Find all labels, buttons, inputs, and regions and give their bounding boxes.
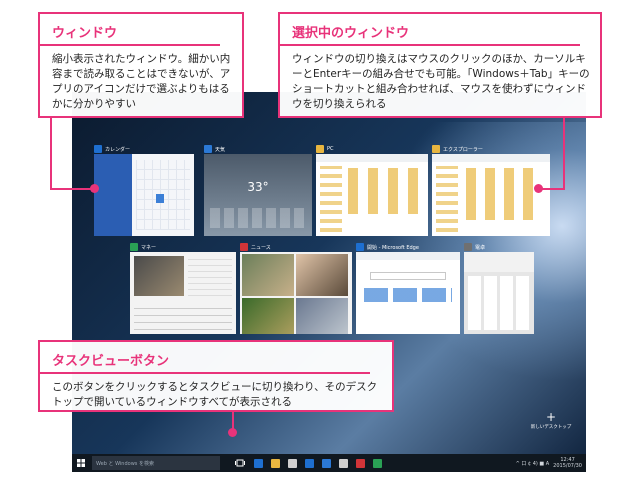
taskbar-app-store[interactable] xyxy=(288,458,297,468)
callout-text: このボタンをクリックするとタスクビューに切り換わり、そのデスクトップで開いている… xyxy=(52,381,378,408)
taskbar-app-calendar[interactable] xyxy=(305,458,314,468)
windows-logo-icon xyxy=(77,459,85,467)
folder-icon xyxy=(432,145,440,153)
clock-date[interactable]: 2015/07/30 xyxy=(553,463,582,469)
task-view-icon xyxy=(235,459,245,467)
window-thumbnail-pc[interactable]: PC xyxy=(316,144,428,236)
window-title: カレンダー xyxy=(105,146,131,153)
window-title: マネー xyxy=(141,244,157,251)
tray-icons[interactable]: ^ 口 ¢ 4) ■ A xyxy=(516,460,550,467)
callout-text: ウィンドウの切り換えはマウスのクリックのほか、カーソルキーとEnterキーの組み… xyxy=(292,53,590,110)
window-title: 電卓 xyxy=(475,244,486,251)
money-icon xyxy=(130,243,138,251)
window-thumbnail-calendar[interactable]: カレンダー xyxy=(94,144,194,236)
taskbar-app-edge[interactable] xyxy=(254,458,263,468)
window-thumbnail-explorer[interactable]: エクスプローラー xyxy=(432,144,550,236)
task-view-screen: カレンダー 天気 33° PC エクスプローラー マネー ニュース 開始 - M… xyxy=(72,92,586,472)
marker-dot-window xyxy=(90,184,99,193)
taskbar: Web と Windows を検索 ^ 口 ¢ 4) ■ A 12:47 201… xyxy=(72,454,586,472)
connector-line-window-h xyxy=(50,188,94,190)
window-thumbnail-edge[interactable]: 開始 - Microsoft Edge xyxy=(356,242,460,334)
window-title: 天気 xyxy=(215,146,226,153)
connector-line-selected-h xyxy=(540,188,565,190)
pc-icon xyxy=(316,145,324,153)
callout-window: ウィンドウ 縮小表示されたウィンドウ。細かい内容まで読み取ることはできないが、ア… xyxy=(38,12,244,118)
system-tray: ^ 口 ¢ 4) ■ A 12:47 2015/07/30 xyxy=(516,454,582,472)
taskbar-app-calculator[interactable] xyxy=(339,458,348,468)
callout-underline xyxy=(280,44,580,46)
window-thumbnail-news[interactable]: ニュース xyxy=(240,242,352,334)
taskbar-app-news[interactable] xyxy=(356,458,365,468)
search-box[interactable]: Web と Windows を検索 xyxy=(92,456,220,470)
callout-task-view-button: タスクビューボタン このボタンをクリックするとタスクビューに切り換わり、そのデス… xyxy=(38,340,394,412)
callout-selected-window: 選択中のウィンドウ ウィンドウの切り換えはマウスのクリックのほか、カーソルキーと… xyxy=(278,12,602,118)
calculator-icon xyxy=(464,243,472,251)
task-view-button[interactable] xyxy=(234,457,246,469)
search-placeholder: Web と Windows を検索 xyxy=(96,460,154,467)
window-title: 開始 - Microsoft Edge xyxy=(367,244,419,251)
window-title: ニュース xyxy=(251,244,271,251)
weather-icon xyxy=(204,145,212,153)
weather-temperature: 33° xyxy=(247,180,269,194)
window-title: PC xyxy=(327,146,334,152)
callout-title: ウィンドウ xyxy=(52,26,118,41)
calendar-icon xyxy=(94,145,102,153)
marker-dot-taskview xyxy=(228,428,237,437)
taskbar-app-weather[interactable] xyxy=(322,458,331,468)
callout-title: タスクビューボタン xyxy=(52,354,170,369)
new-desktop-button[interactable]: + 新しいデスクトップ xyxy=(526,410,576,430)
window-thumbnail-weather[interactable]: 天気 33° xyxy=(204,144,312,236)
taskbar-app-explorer[interactable] xyxy=(271,458,280,468)
window-title: エクスプローラー xyxy=(443,146,483,153)
taskbar-app-money[interactable] xyxy=(373,458,382,468)
callout-underline xyxy=(40,372,370,374)
callout-underline xyxy=(40,44,220,46)
window-thumbnail-calculator[interactable]: 電卓 xyxy=(464,242,534,334)
news-icon xyxy=(240,243,248,251)
plus-icon: + xyxy=(545,410,557,424)
connector-line-selected xyxy=(563,118,565,190)
new-desktop-label: 新しいデスクトップ xyxy=(530,425,572,430)
marker-dot-selected xyxy=(534,184,543,193)
connector-line-window xyxy=(50,118,52,190)
window-thumbnail-money[interactable]: マネー xyxy=(130,242,236,334)
start-button[interactable] xyxy=(72,454,90,472)
edge-icon xyxy=(356,243,364,251)
callout-title: 選択中のウィンドウ xyxy=(292,26,410,41)
callout-text: 縮小表示されたウィンドウ。細かい内容まで読み取ることはできないが、アプリのアイコ… xyxy=(52,53,231,110)
